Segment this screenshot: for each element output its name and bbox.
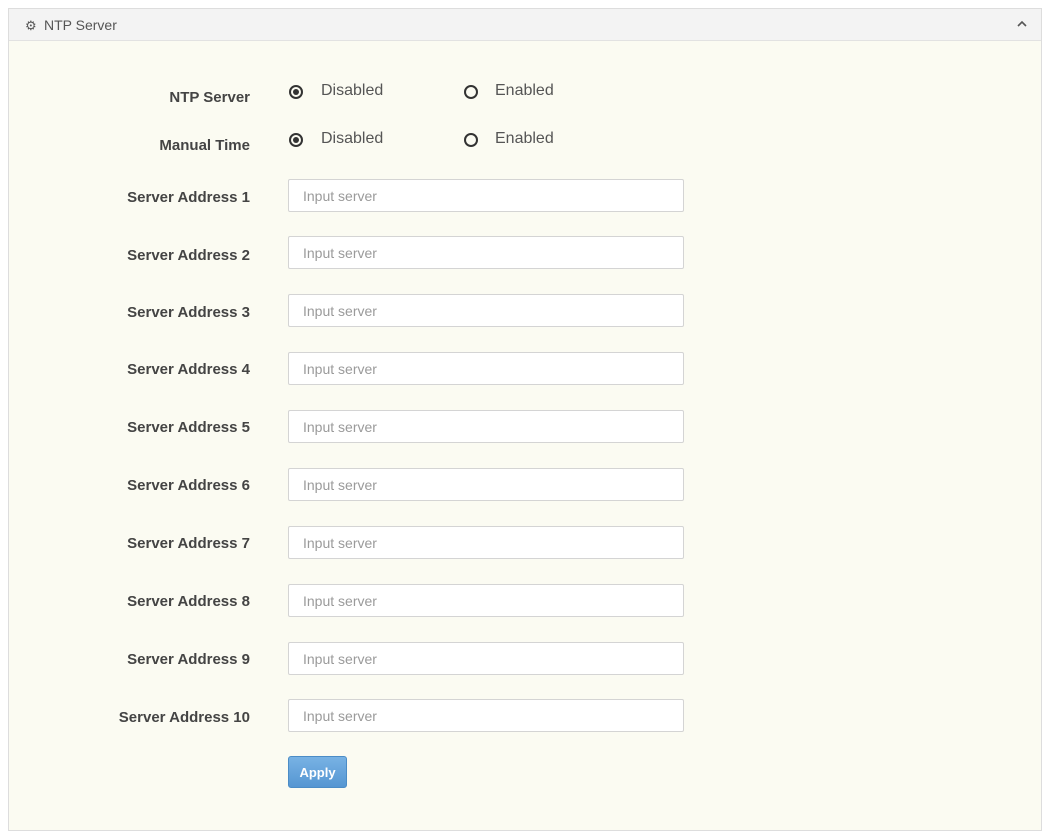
- ntp-server-panel: ⚙ NTP Server NTP Server Disabled Enabled…: [8, 8, 1042, 831]
- server-address-3-input[interactable]: [288, 294, 684, 327]
- server-address-1-input[interactable]: [288, 179, 684, 212]
- manual-time-enabled-radio[interactable]: [464, 133, 478, 147]
- server-address-6-label: Server Address 6: [127, 477, 250, 494]
- ntp-server-enabled-radio[interactable]: [464, 85, 478, 99]
- server-address-9-label: Server Address 9: [127, 651, 250, 668]
- server-address-6-input[interactable]: [288, 468, 684, 501]
- server-address-9-input[interactable]: [288, 642, 684, 675]
- server-address-1-label: Server Address 1: [127, 189, 250, 206]
- ntp-server-enabled-label[interactable]: Enabled: [495, 82, 554, 100]
- ntp-server-label: NTP Server: [169, 89, 250, 106]
- server-address-4-label: Server Address 4: [127, 361, 250, 378]
- manual-time-enabled-label[interactable]: Enabled: [495, 130, 554, 148]
- server-address-7-label: Server Address 7: [127, 535, 250, 552]
- server-address-7-input[interactable]: [288, 526, 684, 559]
- manual-time-label: Manual Time: [159, 137, 250, 154]
- manual-time-disabled-label[interactable]: Disabled: [321, 130, 383, 148]
- server-address-2-input[interactable]: [288, 236, 684, 269]
- ntp-server-disabled-radio[interactable]: [289, 85, 303, 99]
- panel-header: ⚙ NTP Server: [9, 9, 1041, 41]
- ntp-server-disabled-label[interactable]: Disabled: [321, 82, 383, 100]
- server-address-8-label: Server Address 8: [127, 593, 250, 610]
- server-address-8-input[interactable]: [288, 584, 684, 617]
- panel-title: NTP Server: [44, 17, 117, 33]
- server-address-4-input[interactable]: [288, 352, 684, 385]
- server-address-5-label: Server Address 5: [127, 419, 250, 436]
- server-address-10-label: Server Address 10: [118, 709, 250, 726]
- server-address-5-input[interactable]: [288, 410, 684, 443]
- gear-icon: ⚙: [25, 18, 37, 33]
- server-address-2-label: Server Address 2: [127, 247, 250, 264]
- apply-button[interactable]: Apply: [288, 756, 347, 788]
- manual-time-disabled-radio[interactable]: [289, 133, 303, 147]
- server-address-3-label: Server Address 3: [127, 304, 250, 321]
- server-address-10-input[interactable]: [288, 699, 684, 732]
- chevron-up-icon[interactable]: [1015, 17, 1029, 31]
